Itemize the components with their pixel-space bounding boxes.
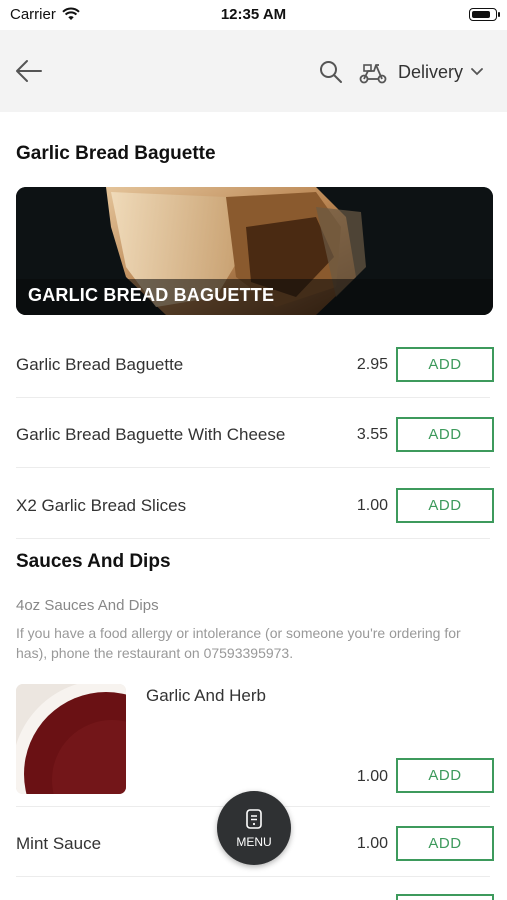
section-subheading: 4oz Sauces And Dips [16, 597, 159, 614]
menu-item-row[interactable]: Garlic Bread Baguette With Cheese 3.55 A… [16, 416, 494, 486]
menu-item-thumbnail[interactable] [16, 684, 126, 794]
menu-list-icon [246, 809, 262, 829]
back-button[interactable] [14, 57, 44, 85]
menu-item-name: Garlic Bread Baguette [16, 355, 184, 374]
delivery-label: Delivery [398, 61, 464, 82]
divider [16, 397, 490, 398]
add-button[interactable] [396, 894, 494, 900]
menu-item-row[interactable]: X2 Garlic Bread Slices 1.00 ADD [16, 487, 494, 557]
status-bar: Carrier 12:35 AM [0, 0, 507, 30]
section-title: Garlic Bread Baguette [16, 143, 216, 164]
top-navigation-bar: Delivery [0, 30, 507, 112]
menu-item-row[interactable]: Garlic And Herb 1.00 ADD [146, 684, 494, 794]
allergy-notice: If you have a food allergy or intoleranc… [16, 625, 461, 661]
menu-item-price: 1.00 [356, 497, 388, 514]
menu-item-name: Garlic Bread Baguette With Cheese [16, 425, 286, 444]
search-icon [320, 61, 342, 83]
delivery-mode-selector[interactable]: Delivery [358, 56, 483, 88]
menu-item-name: Mint Sauce [16, 834, 102, 853]
section-title: Sauces And Dips [16, 551, 171, 572]
add-button[interactable]: ADD [396, 417, 494, 452]
add-button[interactable]: ADD [396, 758, 494, 793]
menu-item-price: 3.55 [356, 426, 388, 443]
add-button[interactable]: ADD [396, 826, 494, 861]
divider [16, 876, 490, 877]
divider [16, 467, 490, 468]
battery-icon [469, 8, 500, 21]
menu-fab-label: MENU [236, 835, 272, 849]
chevron-down-icon [471, 68, 483, 76]
menu-item-price: 2.95 [356, 356, 388, 373]
menu-item-name: X2 Garlic Bread Slices [16, 496, 187, 515]
sauce-photo [16, 684, 126, 794]
menu-item-name: Garlic And Herb [146, 686, 266, 705]
divider [16, 538, 490, 539]
back-arrow-icon [16, 60, 42, 82]
category-banner-image: GARLIC BREAD BAGUETTE [16, 187, 493, 315]
menu-item-price: 1.00 [356, 835, 388, 852]
add-button[interactable]: ADD [396, 488, 494, 523]
clock: 12:35 AM [220, 6, 287, 23]
add-button[interactable]: ADD [396, 347, 494, 382]
scooter-icon [359, 64, 387, 84]
menu-item-price: 1.00 [356, 768, 388, 785]
menu-item-row[interactable]: Garlic Bread Baguette 2.95 ADD [16, 346, 494, 416]
menu-fab-button[interactable]: MENU [217, 791, 291, 865]
banner-label: GARLIC BREAD BAGUETTE [28, 285, 275, 305]
search-button[interactable] [318, 59, 344, 85]
